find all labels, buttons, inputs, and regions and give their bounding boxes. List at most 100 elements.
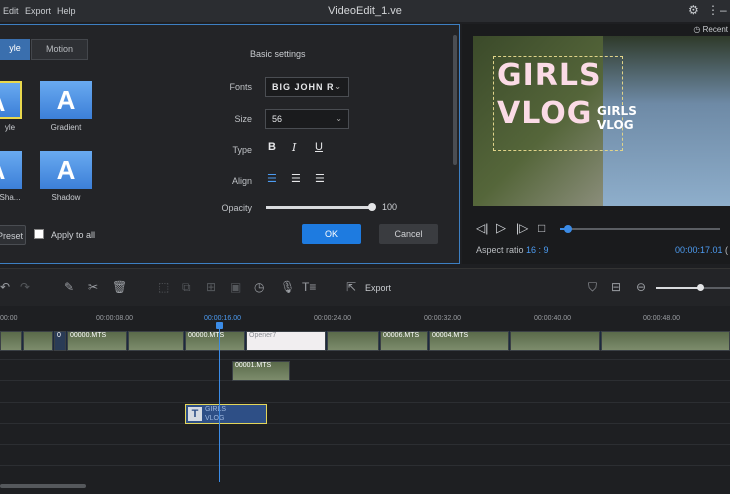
minimize-icon[interactable]: – — [720, 3, 727, 17]
style-tile-shadow[interactable]: A — [40, 151, 92, 189]
preview-pane: ◷ Recent GIRLS VLOG GIRLS VLOG ◁| ▷ |▷ □… — [462, 24, 730, 264]
music-track[interactable] — [0, 425, 730, 445]
ruler-tick: 00:00:48.00 — [643, 315, 680, 322]
current-timecode: 00:00:17.01 — [675, 245, 723, 255]
preview-progress-track[interactable] — [560, 228, 720, 230]
align-right-icon[interactable]: ☰ — [315, 172, 325, 185]
ruler-tick: 00:00:40.00 — [534, 315, 571, 322]
mic-icon[interactable]: 🎙 — [280, 280, 295, 294]
video-clip[interactable] — [23, 331, 53, 351]
italic-button[interactable]: I — [292, 141, 296, 154]
zoom-slider-handle[interactable] — [697, 284, 705, 291]
video-clip[interactable] — [601, 331, 730, 351]
font-select[interactable]: BIG JOHN R ⌄ — [265, 77, 349, 97]
playhead[interactable] — [219, 322, 220, 482]
audio-track[interactable] — [0, 352, 730, 360]
style-tile-shadow-alt[interactable]: A — [0, 151, 22, 189]
freeze-icon[interactable]: ⧉ — [182, 280, 191, 295]
play-icon[interactable]: ▷ — [496, 220, 506, 236]
extra-track[interactable] — [0, 446, 730, 466]
preview-small-line2: VLOG — [597, 118, 634, 132]
video-clip[interactable]: 00000.MTS — [67, 331, 127, 351]
video-clip[interactable] — [0, 331, 22, 351]
chevron-down-icon: ⌄ — [335, 114, 342, 123]
timecode-tail: ( — [725, 245, 728, 255]
export-icon[interactable]: ⇱ — [346, 280, 356, 294]
text-clip[interactable]: T GIRLS VLOG — [185, 404, 267, 424]
opacity-slider-handle[interactable] — [368, 203, 376, 211]
preset-button[interactable]: Preset — [0, 225, 26, 245]
style-tile-default[interactable]: A — [0, 81, 22, 119]
opener-clip[interactable]: Opener7 — [246, 331, 326, 351]
text-settings-dialog: yle Motion A yle A Gradient A Sha... A S… — [0, 24, 460, 264]
playhead-handle[interactable] — [216, 322, 223, 329]
text-clip-icon: T — [188, 407, 202, 421]
trash-icon[interactable]: 🗑 — [112, 280, 127, 294]
apply-all-checkbox[interactable] — [34, 229, 44, 239]
ruler-tick: 00:00:24.00 — [314, 315, 351, 322]
settings-icon[interactable]: ⚙ — [688, 3, 699, 17]
undo-icon[interactable]: ↶ — [0, 280, 10, 294]
redo-icon[interactable]: ↷ — [20, 280, 30, 294]
align-center-icon[interactable]: ☰ — [291, 172, 301, 185]
fit-icon[interactable]: ⊟ — [611, 280, 621, 294]
pen-icon[interactable]: ✎ — [64, 280, 74, 294]
video-clip[interactable]: 00004.MTS — [429, 331, 509, 351]
section-title: Basic settings — [250, 49, 306, 59]
underline-button[interactable]: U — [315, 141, 323, 153]
preview-title-line2: VLOG — [497, 96, 593, 131]
size-select[interactable]: 56 ⌄ — [265, 109, 349, 129]
scissors-icon[interactable]: ✂ — [88, 280, 98, 294]
zoom-out-icon[interactable]: ⊖ — [636, 280, 646, 294]
marker-icon[interactable]: ⛉ — [588, 280, 597, 295]
tab-motion[interactable]: Motion — [31, 39, 88, 60]
timeline-scrollbar[interactable] — [0, 484, 86, 488]
stop-icon[interactable]: □ — [538, 221, 545, 235]
more-icon[interactable]: ⋮ — [707, 3, 719, 17]
main-video-track[interactable]: 0 00000.MTS 00000.MTS Opener7 00006.MTS … — [0, 331, 730, 351]
mosaic-icon[interactable]: ▣ — [230, 280, 241, 294]
style-label-shadow-alt: Sha... — [0, 193, 21, 202]
video-preview[interactable]: GIRLS VLOG GIRLS VLOG — [473, 36, 730, 206]
preview-progress-handle[interactable] — [564, 225, 572, 233]
timeline-ruler[interactable]: 00:00 00:00:08.00 00:00:16.00 00:00:24.0… — [0, 306, 730, 330]
next-frame-icon[interactable]: |▷ — [516, 221, 528, 235]
video-clip[interactable] — [327, 331, 379, 351]
transition-clip[interactable]: 0 — [54, 331, 66, 351]
zoom-slider-track[interactable] — [656, 287, 730, 289]
recent-label[interactable]: ◷ Recent — [693, 25, 728, 34]
video-clip[interactable]: 00006.MTS — [380, 331, 428, 351]
style-label-default: yle — [4, 123, 16, 132]
style-tile-gradient[interactable]: A — [40, 81, 92, 119]
ok-button[interactable]: OK — [302, 224, 361, 244]
overlay-track[interactable]: 00001.MTS — [0, 361, 730, 381]
opacity-slider[interactable] — [266, 206, 372, 209]
ruler-tick: 00:00 — [0, 315, 18, 322]
video-clip[interactable]: 00000.MTS — [185, 331, 245, 351]
prev-frame-icon[interactable]: ◁| — [476, 221, 488, 235]
crop-icon[interactable]: ⬚ — [158, 280, 169, 294]
edit-toolbar: ↶ ↷ ✎ ✂ 🗑 ⬚ ⧉ ⊞ ▣ ◷ 🎙 T≡ ⇱ Export ⛉ ⊟ ⊖ — [0, 268, 730, 306]
window-title: VideoEdit_1.ve — [328, 5, 402, 17]
dialog-scrollbar[interactable] — [453, 35, 457, 165]
split-icon[interactable]: ⊞ — [206, 280, 216, 294]
aspect-ratio-value[interactable]: 16 : 9 — [526, 245, 549, 255]
chevron-down-icon: ⌄ — [334, 82, 342, 91]
align-left-icon[interactable]: ☰ — [267, 172, 277, 185]
text-track[interactable]: T GIRLS VLOG — [0, 404, 730, 424]
title-bar: Edit Export Help VideoEdit_1.ve ⚙ ⋮ – — [0, 0, 730, 22]
overlay-clip[interactable]: 00001.MTS — [232, 361, 290, 381]
text-clip-line1: GIRLS — [205, 406, 227, 413]
video-clip[interactable] — [510, 331, 600, 351]
text-to-speech-icon[interactable]: T≡ — [302, 280, 316, 294]
cancel-button[interactable]: Cancel — [379, 224, 438, 244]
export-button[interactable]: Export — [365, 283, 391, 293]
speed-icon[interactable]: ◷ — [254, 280, 264, 294]
ruler-tick: 00:00:08.00 — [96, 315, 133, 322]
preview-small-line1: GIRLS — [597, 104, 637, 118]
tab-style[interactable]: yle — [0, 39, 30, 60]
bold-button[interactable]: B — [268, 141, 276, 153]
type-label: Type — [232, 145, 252, 155]
video-clip[interactable] — [128, 331, 184, 351]
effect-track[interactable] — [0, 383, 730, 403]
